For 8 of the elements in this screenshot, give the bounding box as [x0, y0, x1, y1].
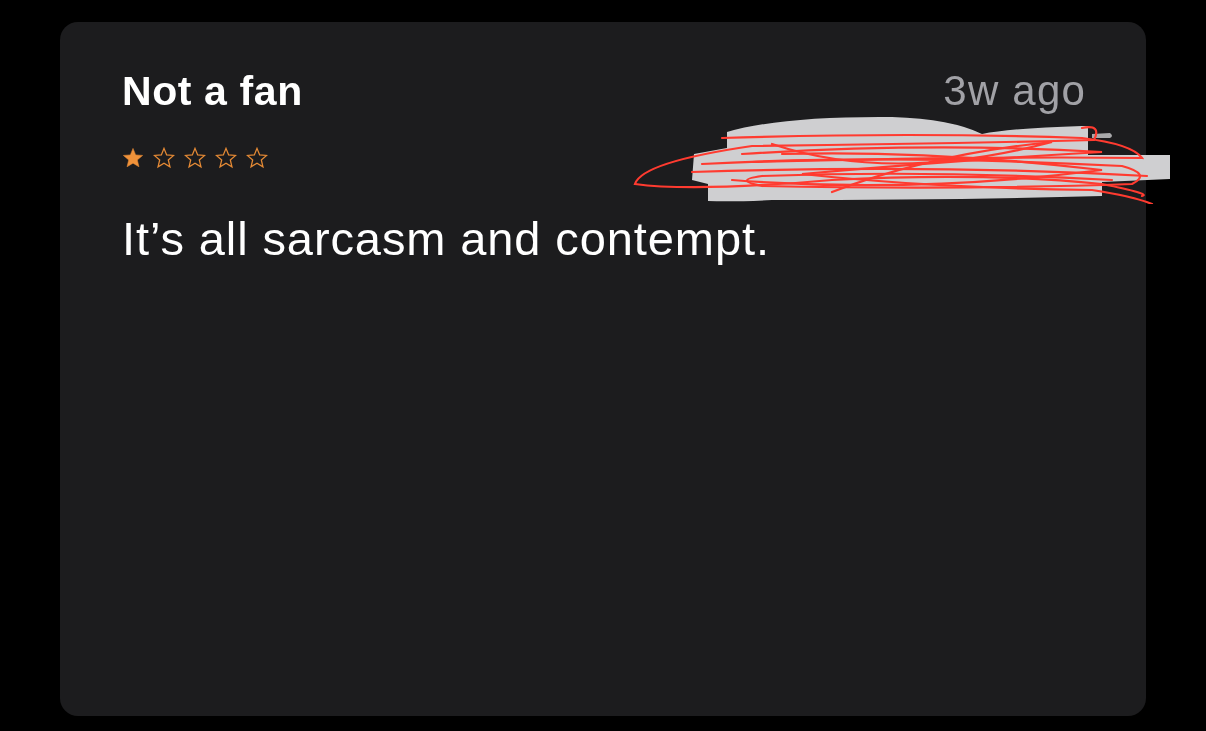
star-outline-icon [184, 147, 206, 169]
review-title: Not a fan [122, 67, 303, 116]
star-outline-icon [215, 147, 237, 169]
star-outline-icon [153, 147, 175, 169]
star-outline-icon [246, 147, 268, 169]
review-body: It’s all sarcasm and contempt. [122, 211, 771, 267]
star-filled-icon [122, 147, 144, 169]
review-time: 3w ago [943, 66, 1086, 116]
